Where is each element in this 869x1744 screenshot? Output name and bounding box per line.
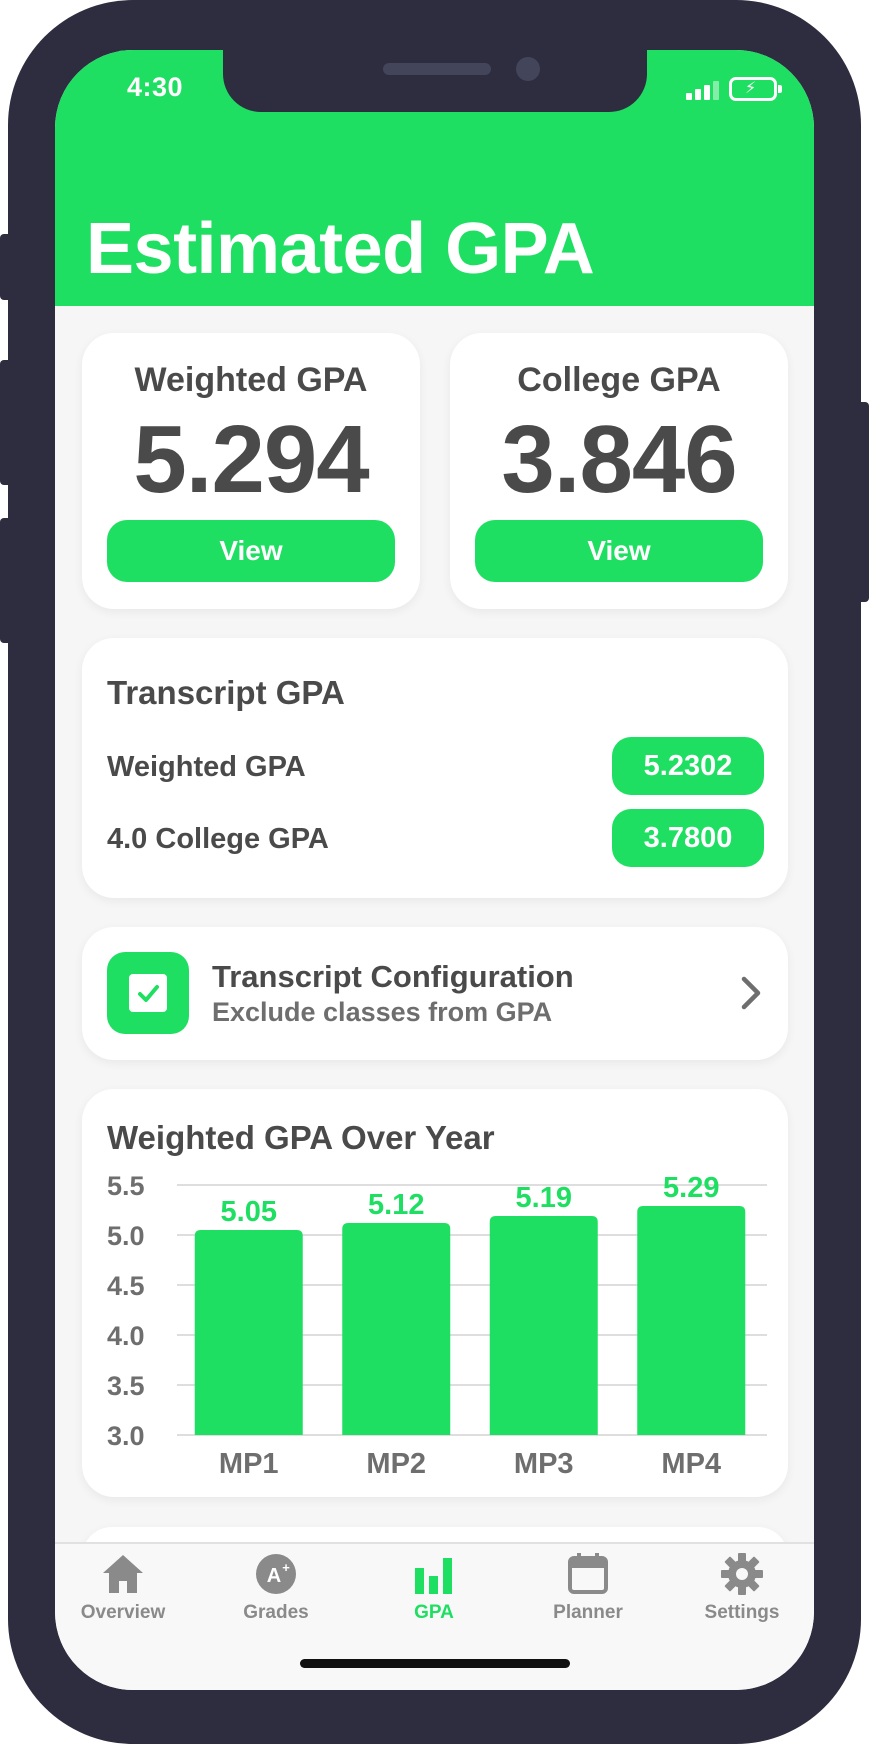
y-tick-label: 5.5 bbox=[107, 1171, 145, 1201]
silent-switch bbox=[0, 234, 12, 300]
y-tick-label: 5.0 bbox=[107, 1221, 145, 1251]
home-icon bbox=[103, 1555, 143, 1593]
camera bbox=[516, 57, 540, 81]
power-button bbox=[856, 402, 869, 602]
x-tick-label: MP3 bbox=[514, 1448, 574, 1480]
bar-chart-icon bbox=[415, 1558, 452, 1594]
transcript-weighted-label: Weighted GPA bbox=[107, 751, 306, 783]
tab-overview[interactable]: Overview bbox=[63, 1552, 183, 1632]
tab-planner-label: Planner bbox=[553, 1602, 623, 1623]
transcript-config-row[interactable]: Transcript Configuration Exclude classes… bbox=[82, 927, 788, 1060]
x-tick-label: MP4 bbox=[661, 1448, 721, 1480]
gpa-bar-chart: 3.0 3.5 4.0 4.5 5.0 5.5 5.05 MP1 5.12 MP2 5.19 MP3 5… bbox=[107, 1171, 767, 1480]
transcript-college-value: 3.7800 bbox=[612, 809, 764, 867]
transcript-gpa-card: Transcript GPA Weighted GPA 5.2302 4.0 C… bbox=[82, 638, 788, 898]
volume-down-button bbox=[0, 518, 12, 643]
check-icon bbox=[107, 952, 189, 1034]
gpa-chart-card: Weighted GPA Over Year 3.0 3.5 4.0 4.5 5.0 5.… bbox=[82, 1089, 788, 1497]
config-subtitle: Exclude classes from GPA bbox=[212, 997, 553, 1027]
tab-grades[interactable]: A + Grades bbox=[216, 1552, 336, 1632]
charging-bolt-icon: ⚡ bbox=[745, 80, 757, 97]
screen: 4:30 ⚡ Estimated GPA Weighted GPA 5.294 … bbox=[55, 50, 814, 1690]
bar bbox=[194, 1230, 303, 1435]
signal-icon bbox=[686, 80, 726, 100]
college-gpa-value: 3.846 bbox=[501, 406, 737, 513]
status-time: 4:30 bbox=[127, 72, 184, 102]
tab-planner[interactable]: Planner bbox=[528, 1552, 648, 1632]
tab-bar: Overview A + Grades GPA Planner Settings bbox=[55, 1542, 814, 1690]
bar bbox=[342, 1223, 451, 1435]
svg-text:+: + bbox=[282, 1560, 290, 1575]
config-title: Transcript Configuration bbox=[212, 959, 574, 994]
bar bbox=[489, 1216, 598, 1435]
bar-value-label: 5.05 bbox=[221, 1196, 277, 1228]
transcript-weighted-value: 5.2302 bbox=[612, 737, 764, 795]
bar-value-label: 5.19 bbox=[516, 1182, 572, 1214]
tab-settings[interactable]: Settings bbox=[682, 1552, 802, 1632]
tab-gpa[interactable]: GPA bbox=[374, 1552, 494, 1632]
volume-up-button bbox=[0, 360, 12, 485]
grade-badge-icon: A + bbox=[256, 1554, 296, 1594]
notch bbox=[223, 50, 647, 112]
chevron-right-icon bbox=[741, 976, 761, 1010]
battery-icon: ⚡ bbox=[729, 77, 782, 101]
college-gpa-card: College GPA 3.846 View bbox=[450, 333, 788, 609]
gear-icon bbox=[721, 1553, 763, 1595]
bar-value-label: 5.29 bbox=[663, 1172, 719, 1204]
transcript-college-label: 4.0 College GPA bbox=[107, 823, 329, 855]
y-tick-label: 3.5 bbox=[107, 1371, 145, 1401]
page-title: Estimated GPA bbox=[86, 209, 595, 289]
speaker bbox=[383, 63, 491, 75]
y-tick-label: 3.0 bbox=[107, 1421, 145, 1451]
calendar-icon bbox=[568, 1553, 608, 1594]
svg-text:A: A bbox=[267, 1565, 281, 1587]
home-indicator bbox=[300, 1659, 570, 1668]
bar-value-label: 5.12 bbox=[368, 1189, 424, 1221]
tab-gpa-label: GPA bbox=[414, 1602, 454, 1623]
view-weighted-gpa-button[interactable]: View bbox=[107, 520, 395, 582]
view-college-gpa-button[interactable]: View bbox=[475, 520, 763, 582]
tab-overview-label: Overview bbox=[80, 1602, 166, 1623]
transcript-title: Transcript GPA bbox=[107, 674, 345, 711]
tab-settings-label: Settings bbox=[704, 1602, 780, 1623]
weighted-gpa-card: Weighted GPA 5.294 View bbox=[82, 333, 420, 609]
bar bbox=[637, 1206, 746, 1435]
weighted-gpa-label: Weighted GPA bbox=[134, 361, 368, 399]
x-tick-label: MP1 bbox=[219, 1448, 279, 1480]
x-tick-label: MP2 bbox=[366, 1448, 426, 1480]
tab-grades-label: Grades bbox=[243, 1602, 309, 1623]
weighted-gpa-value: 5.294 bbox=[133, 406, 369, 513]
college-gpa-label: College GPA bbox=[517, 361, 721, 399]
y-tick-label: 4.0 bbox=[107, 1321, 145, 1351]
header: 4:30 ⚡ Estimated GPA bbox=[55, 50, 814, 306]
y-tick-label: 4.5 bbox=[107, 1271, 145, 1301]
